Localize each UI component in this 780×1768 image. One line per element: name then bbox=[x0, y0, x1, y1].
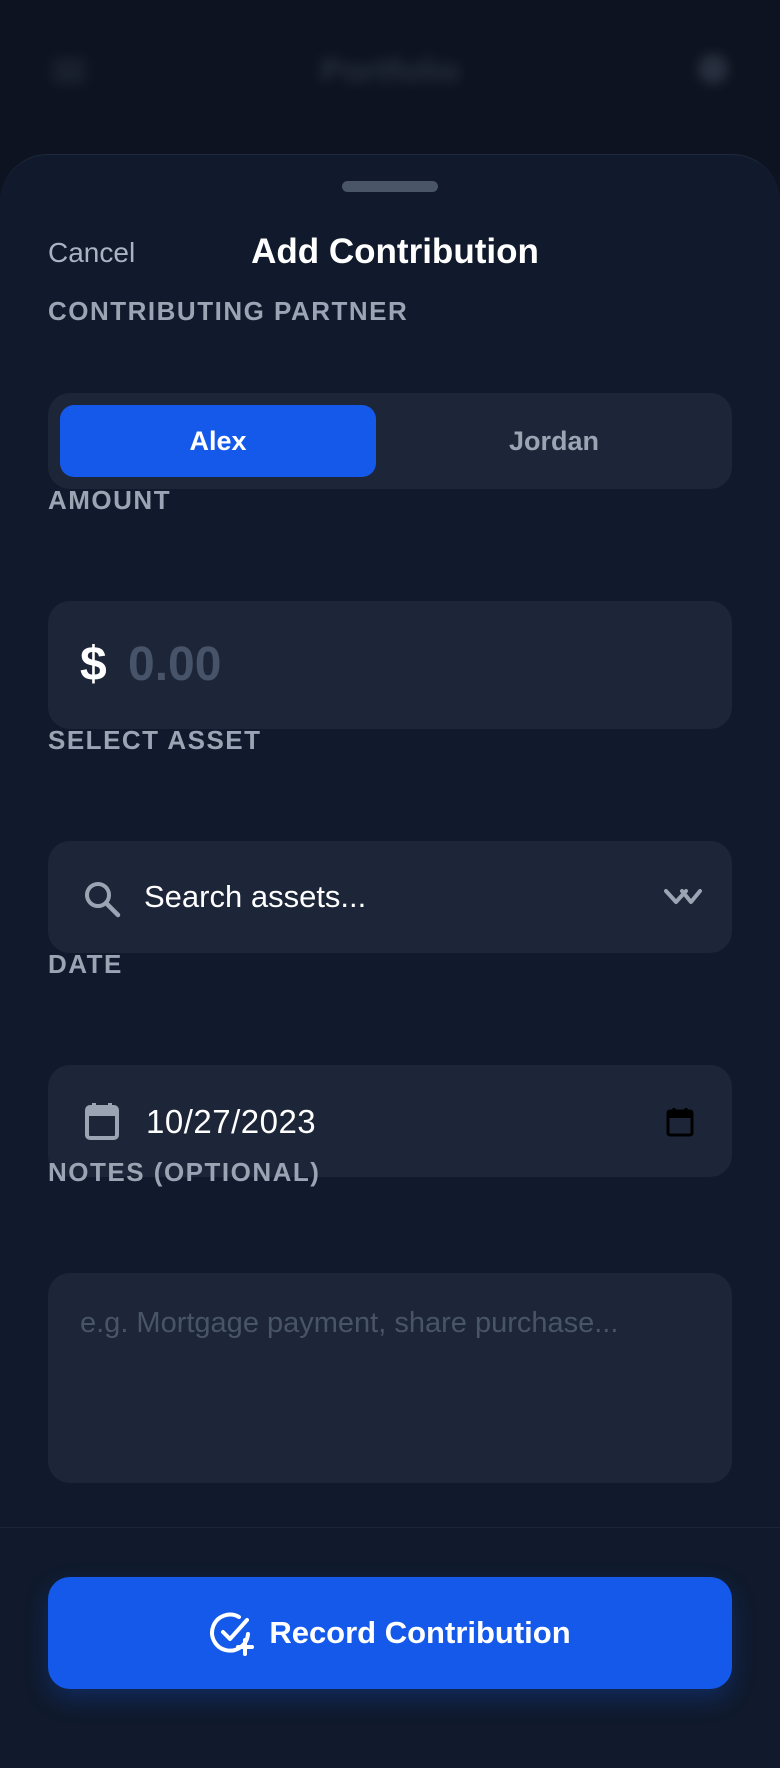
amount-field: $ bbox=[48, 601, 732, 729]
notes-field bbox=[48, 1273, 732, 1483]
amount-label: AMOUNT bbox=[48, 485, 172, 515]
asset-search-input[interactable] bbox=[144, 871, 624, 923]
partner-label: CONTRIBUTING PARTNER bbox=[48, 296, 409, 326]
record-contribution-button[interactable]: Record Contribution bbox=[48, 1577, 732, 1689]
asset-label: SELECT ASSET bbox=[48, 725, 262, 755]
amount-input[interactable] bbox=[128, 631, 688, 697]
add-contribution-sheet: Cancel Add Contribution CONTRIBUTING PAR… bbox=[0, 154, 780, 1768]
calendar-icon bbox=[85, 1103, 119, 1140]
sheet-grabber[interactable] bbox=[342, 181, 438, 192]
background-title: Portfolio bbox=[320, 52, 460, 90]
date-picker-icon[interactable] bbox=[666, 1107, 694, 1137]
currency-symbol: $ bbox=[80, 638, 107, 691]
sheet-title: Add Contribution bbox=[251, 232, 539, 271]
notes-label: NOTES (OPTIONAL) bbox=[48, 1157, 321, 1187]
date-label: DATE bbox=[48, 949, 123, 979]
partner-option-alex[interactable]: Alex bbox=[60, 405, 376, 477]
check-circle-plus-icon bbox=[210, 1612, 255, 1656]
background-header: Portfolio bbox=[0, 0, 780, 150]
date-value[interactable]: 10/27/2023 bbox=[146, 1103, 316, 1141]
asset-select[interactable] bbox=[48, 841, 732, 953]
profile-avatar bbox=[698, 54, 728, 84]
search-icon bbox=[85, 882, 121, 918]
record-contribution-label: Record Contribution bbox=[269, 1615, 571, 1650]
partner-option-jordan[interactable]: Jordan bbox=[388, 405, 720, 477]
footer-divider bbox=[0, 1527, 780, 1528]
notes-input[interactable] bbox=[80, 1307, 710, 1457]
partner-segmented-control: Alex Jordan bbox=[48, 393, 732, 489]
chevron-down-icon[interactable] bbox=[662, 883, 704, 911]
